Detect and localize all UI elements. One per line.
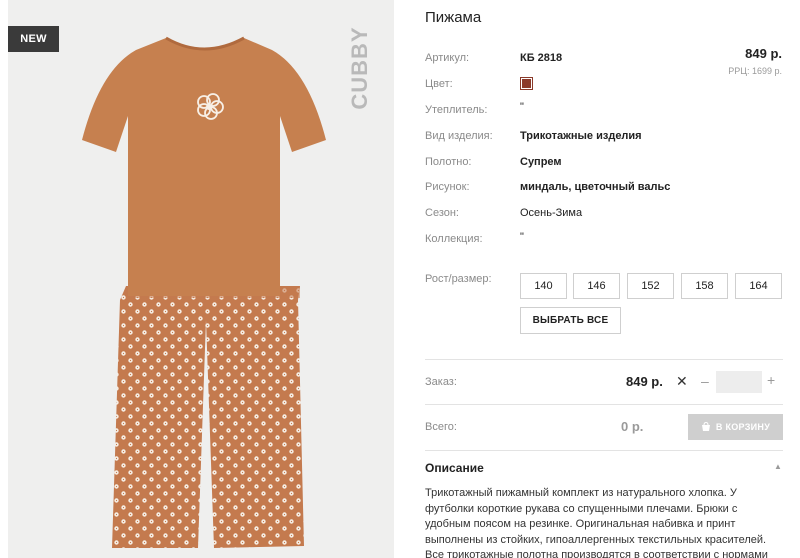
total-label: Всего: <box>425 421 457 433</box>
color-label: Цвет: <box>425 78 453 90</box>
print-value: миндаль, цветочный вальс <box>520 181 671 193</box>
size-option-152[interactable]: 152 <box>627 273 674 299</box>
size-option-164[interactable]: 164 <box>735 273 782 299</box>
collection-value: " <box>520 231 524 243</box>
brand-logo: CUBBY <box>347 26 372 110</box>
fabric-value: Супрем <box>520 156 562 168</box>
divider <box>425 404 783 405</box>
color-swatch[interactable] <box>520 77 533 90</box>
insulation-value: " <box>520 101 524 113</box>
size-option-158[interactable]: 158 <box>681 273 728 299</box>
divider <box>425 359 783 360</box>
fabric-label: Полотно: <box>425 156 472 168</box>
quantity-decrease-button[interactable]: – <box>701 373 709 389</box>
add-to-cart-button[interactable]: В КОРЗИНУ <box>688 414 783 440</box>
product-type-label: Вид изделия: <box>425 130 493 142</box>
select-all-sizes-button[interactable]: ВЫБРАТЬ ВСЕ <box>520 307 621 334</box>
new-badge: NEW <box>8 26 59 52</box>
article-label: Артикул: <box>425 52 470 64</box>
size-option-146[interactable]: 146 <box>573 273 620 299</box>
size-label: Рост/размер: <box>425 273 492 285</box>
quantity-input[interactable] <box>716 371 762 393</box>
page-title: Пижама <box>425 9 482 26</box>
cart-icon <box>701 421 710 431</box>
chevron-up-icon[interactable]: ▲ <box>774 462 782 471</box>
order-label: Заказ: <box>425 376 457 388</box>
close-icon: ✕ <box>676 373 688 389</box>
divider <box>425 450 783 451</box>
article-value: КБ 2818 <box>520 52 563 64</box>
print-label: Рисунок: <box>425 181 470 193</box>
season-value: Осень-Зима <box>520 207 583 219</box>
quantity-increase-button[interactable]: + <box>767 372 775 388</box>
description-text: Трикотажный пижамный комплект из натурал… <box>425 487 768 558</box>
product-type-value: Трикотажные изделия <box>520 130 642 142</box>
season-label: Сезон: <box>425 207 459 219</box>
add-to-cart-label: В КОРЗИНУ <box>715 422 771 432</box>
product-image <box>82 36 326 548</box>
product-info-panel: Пижама 849 р. РРЦ: 1699 р. Артикул: КБ 2… <box>425 0 785 558</box>
order-price: 849 р. <box>626 374 663 389</box>
recommended-retail-price: РРЦ: 1699 р. <box>728 66 782 76</box>
insulation-label: Утеплитель: <box>425 104 488 116</box>
collection-label: Коллекция: <box>425 233 483 245</box>
description-heading[interactable]: Описание <box>425 461 484 475</box>
product-price: 849 р. <box>745 46 782 61</box>
total-value: 0 р. <box>621 419 644 434</box>
size-option-140[interactable]: 140 <box>520 273 567 299</box>
product-image-area[interactable]: NEW CUBBY <box>8 0 394 558</box>
